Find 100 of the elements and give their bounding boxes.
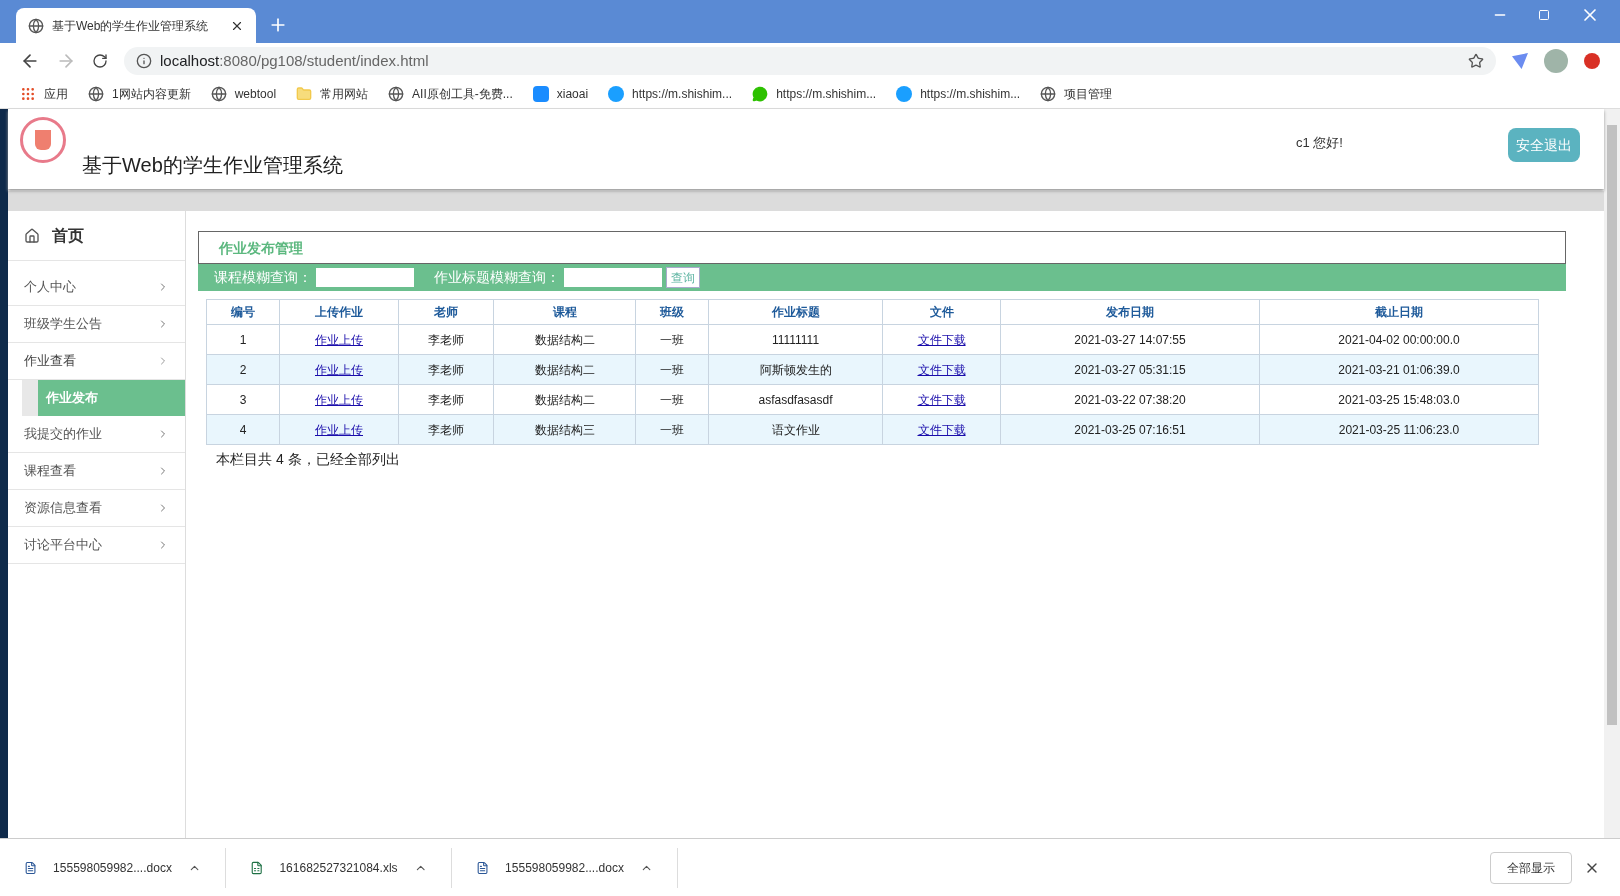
globe-icon (210, 85, 227, 102)
bookmark-item[interactable]: 应用 (20, 84, 68, 103)
column-header: 作业标题 (708, 299, 883, 325)
avatar-icon[interactable] (1544, 49, 1568, 73)
table-cell: 2021-03-27 05:31:15 (1074, 362, 1186, 377)
table-link[interactable]: 作业上传 (315, 422, 363, 437)
filter-field[interactable] (316, 268, 414, 287)
bookmark-item[interactable]: 项目管理 (1040, 84, 1113, 103)
column-header: 上传作业 (279, 299, 399, 325)
filter-label: 作业标题模糊查询： (434, 268, 560, 287)
home-label: 首页 (52, 225, 84, 246)
table-cell: 2021-03-21 01:06:39.0 (1338, 362, 1460, 377)
table-cell: 2021-03-22 07:38:20 (1074, 392, 1186, 407)
show-all-button[interactable]: 全部显示 (1490, 851, 1572, 884)
bookmark-item[interactable]: webtool (210, 84, 277, 103)
bookmark-item[interactable]: 常用网站 (296, 84, 369, 103)
column-header: 文件 (882, 299, 1001, 325)
table-cell: 2021-03-25 11:06:23.0 (1338, 422, 1460, 437)
column-header: 截止日期 (1259, 299, 1539, 325)
table-link[interactable]: 作业上传 (315, 392, 363, 407)
chat-icon (752, 85, 769, 102)
sidebar-item[interactable]: 个人中心 (8, 269, 185, 306)
info-icon (136, 53, 152, 69)
bookmark-item[interactable]: https://m.shishim... (752, 84, 877, 103)
table-cell: 李老师 (428, 392, 464, 407)
bookmark-item[interactable]: AII原创工具-免费... (388, 84, 513, 103)
sidebar-item[interactable]: 讨论平台中心 (8, 527, 185, 564)
download-item[interactable]: 161682527321084.xls (226, 847, 452, 888)
table-cell: 11111111 (771, 332, 820, 347)
table-link[interactable]: 文件下载 (917, 362, 966, 377)
table-cell: 一班 (660, 422, 684, 437)
table-cell: 李老师 (428, 332, 464, 347)
scrollbar[interactable] (1604, 109, 1620, 838)
table-cell: 数据结构二 (534, 332, 595, 347)
bookmark-item[interactable]: https://m.shishim... (896, 84, 1021, 103)
table-cell: 1 (239, 332, 247, 347)
sidebar-item[interactable]: 资源信息查看 (8, 490, 185, 527)
table-cell: 4 (239, 422, 247, 437)
logo-icon (20, 117, 66, 163)
table-link[interactable]: 文件下载 (917, 332, 966, 347)
table-link[interactable]: 文件下载 (917, 392, 966, 407)
apps-icon (20, 85, 36, 102)
spreadsheet-icon (250, 859, 264, 876)
folder-icon (296, 85, 313, 102)
table-cell: 2021-03-25 07:16:51 (1074, 422, 1186, 437)
home-icon (24, 227, 40, 244)
table-cell: 李老师 (428, 422, 464, 437)
globe-icon (88, 85, 104, 102)
sidebar-home[interactable]: 首页 (8, 211, 185, 261)
globe-icon (1040, 85, 1057, 102)
table-cell: 2021-03-27 14:07:55 (1074, 332, 1186, 347)
url-text: localhost:8080/pg108/student/index.html (160, 50, 430, 71)
table-cell: 3 (239, 392, 247, 407)
browser-tab[interactable]: 基于Web的学生作业管理系统 (16, 8, 256, 43)
table-cell: 语文作业 (771, 422, 820, 437)
column-header: 编号 (206, 299, 280, 325)
table-link[interactable]: 作业上传 (315, 332, 363, 347)
sidebar-item[interactable]: 课程查看 (8, 453, 185, 490)
table-cell: 数据结构三 (534, 422, 595, 437)
globe-icon (28, 17, 44, 34)
document-icon (24, 859, 38, 876)
maximize-icon[interactable] (1538, 9, 1550, 21)
panel-title: 作业发布管理 (219, 239, 303, 258)
bookmark-item[interactable]: xiaoai (532, 84, 589, 103)
column-header: 老师 (398, 299, 494, 325)
table-cell: 2021-03-25 15:48:03.0 (1338, 392, 1460, 407)
reload-icon[interactable] (92, 53, 108, 69)
bookmark-item[interactable]: 1网站内容更新 (88, 84, 191, 103)
column-header: 课程 (493, 299, 636, 325)
star-icon[interactable] (1468, 53, 1484, 69)
table-cell: 数据结构二 (534, 392, 595, 407)
table-cell: 一班 (660, 332, 684, 347)
indent-bar (22, 380, 38, 416)
table-cell: 一班 (660, 392, 684, 407)
download-item[interactable]: 155598059982....docx (452, 847, 678, 888)
table-cell: 阿斯顿发生的 (759, 362, 832, 377)
table-cell: 一班 (660, 362, 684, 377)
sidebar-item[interactable]: 我提交的作业 (8, 416, 185, 453)
table-link[interactable]: 作业上传 (315, 362, 363, 377)
address-bar[interactable]: localhost:8080/pg108/student/index.html (124, 47, 1496, 75)
greeting-text: c1 您好! (1296, 134, 1343, 153)
globe-icon (388, 85, 405, 102)
column-header: 发布日期 (1000, 299, 1260, 325)
document-icon (476, 859, 490, 876)
extension-icon[interactable] (1584, 53, 1600, 69)
site-title: 基于Web的学生作业管理系统 (82, 153, 343, 178)
table-cell: asfasdfasasdf (758, 392, 833, 407)
table-cell: 2 (239, 362, 247, 377)
table-link[interactable]: 文件下载 (917, 422, 966, 437)
bookmark-item[interactable]: https://m.shishim... (608, 84, 733, 103)
table-cell: 数据结构二 (534, 362, 595, 377)
summary-text: 本栏目共 4 条，已经全部列出 (216, 450, 401, 469)
filter-field[interactable] (564, 268, 662, 287)
table-cell: 2021-04-02 00:00:00.0 (1338, 332, 1460, 347)
column-header: 班级 (635, 299, 709, 325)
filter-label: 课程模糊查询： (214, 268, 312, 287)
sidebar-item[interactable]: 班级学生公告 (8, 306, 185, 343)
download-item[interactable]: 155598059982....docx (0, 847, 226, 888)
table-cell: 李老师 (428, 362, 464, 377)
tab-title: 基于Web的学生作业管理系统 (52, 17, 210, 35)
